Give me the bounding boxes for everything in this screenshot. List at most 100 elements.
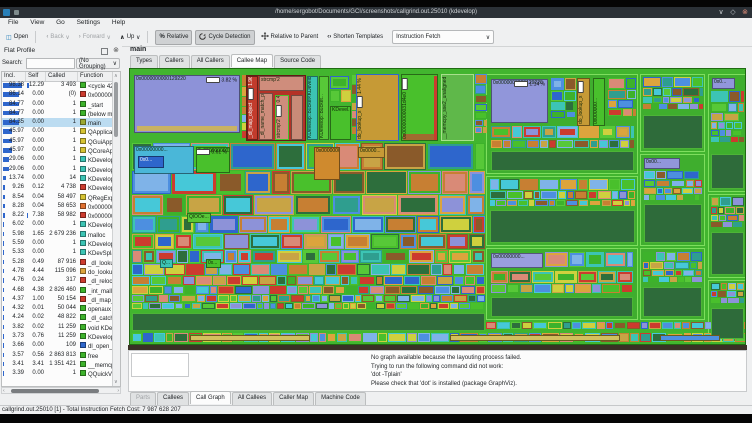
table-row[interactable]: 86.14 0.00 (0)0x0000000... [2, 90, 114, 99]
treemap-cell[interactable] [711, 222, 722, 227]
treemap-cell[interactable] [726, 122, 733, 129]
treemap-cell[interactable] [143, 333, 153, 342]
treemap-cell[interactable] [417, 216, 439, 233]
treemap-cell[interactable] [599, 140, 608, 148]
treemap-cell[interactable] [271, 264, 287, 275]
treemap-cell[interactable] [507, 200, 517, 206]
treemap-cell[interactable] [627, 322, 640, 329]
treemap-cell[interactable] [656, 195, 665, 200]
treemap-cell[interactable] [663, 88, 671, 96]
treemap-cell[interactable] [643, 88, 652, 96]
treemap-cell[interactable] [270, 286, 286, 294]
treemap-cell[interactable] [727, 215, 738, 221]
table-row[interactable]: 5.59 0.00 1KDevelop::... [2, 239, 114, 248]
treemap-cell[interactable] [721, 298, 727, 303]
treemap-cell[interactable] [196, 286, 209, 294]
treemap-cell[interactable] [196, 276, 212, 285]
treemap-cell[interactable] [520, 284, 533, 293]
treemap-cell[interactable] [238, 295, 251, 302]
treemap-cell[interactable] [741, 91, 744, 102]
treemap-cell[interactable] [534, 284, 551, 293]
treemap-cell[interactable] [257, 303, 263, 309]
treemap-cell[interactable] [535, 200, 548, 206]
treemap-cell[interactable] [598, 191, 611, 199]
treemap-cell[interactable] [218, 286, 234, 294]
treemap-cell[interactable] [475, 127, 482, 133]
treemap-cell[interactable] [686, 180, 694, 187]
treemap-cell[interactable] [471, 303, 483, 309]
relative-to-parent-toggle[interactable]: Relative to Parent [258, 31, 322, 44]
treemap-cell[interactable] [388, 333, 406, 342]
tab-parts[interactable]: Parts [130, 392, 157, 405]
treemap-cell[interactable] [626, 78, 636, 89]
treemap-cell[interactable] [461, 286, 475, 294]
table-row[interactable]: 45.97 0.00 1QGuiApplic... [2, 137, 114, 146]
treemap-cell[interactable] [691, 252, 702, 261]
vertical-scrollbar[interactable]: ∧ ∨ [112, 72, 120, 386]
treemap-cell[interactable] [566, 200, 578, 206]
treemap-cell[interactable] [132, 171, 171, 194]
treemap-cell[interactable] [288, 264, 308, 275]
treemap-cell[interactable] [323, 286, 334, 294]
treemap-cell[interactable] [643, 270, 651, 276]
treemap-cell[interactable] [143, 303, 148, 309]
table-row[interactable]: 8.28 0.04 58 6530x0000000... [2, 202, 114, 211]
table-row[interactable]: 9.26 0.12 4 738KDevelop::... [2, 183, 114, 192]
treemap-cell[interactable] [325, 276, 340, 285]
tab-all-callees[interactable]: All Callees [231, 392, 273, 405]
treemap-cell[interactable] [227, 276, 241, 285]
menu-view[interactable]: View [30, 18, 44, 26]
treemap-cell[interactable] [542, 126, 556, 138]
treemap-cell[interactable] [360, 250, 382, 263]
treemap-cell[interactable] [345, 234, 370, 249]
treemap-cell[interactable] [674, 77, 691, 87]
treemap-cell[interactable] [665, 270, 674, 276]
treemap-cell[interactable] [238, 250, 251, 263]
dock-header[interactable]: Flat Profile ⊗ [0, 46, 122, 56]
search-input[interactable] [26, 58, 75, 69]
treemap-cell[interactable] [657, 188, 663, 194]
treemap-cell[interactable] [218, 295, 229, 302]
treemap-cell[interactable] [243, 303, 256, 309]
treemap-cell[interactable] [435, 250, 448, 263]
treemap-cell[interactable] [608, 78, 625, 89]
treemap-cell[interactable] [451, 286, 460, 294]
table-row[interactable]: 3.41 3.41 1 351 421__memcpy... [2, 360, 114, 369]
treemap-cell[interactable] [675, 262, 689, 269]
treemap-block[interactable]: 0x0... [712, 78, 735, 89]
treemap-cell[interactable] [678, 277, 684, 282]
treemap-cell[interactable] [312, 295, 320, 302]
event-type-select[interactable]: Instruction Fetch ∨ [392, 30, 495, 44]
treemap-cell[interactable] [466, 264, 484, 275]
treemap-cell[interactable] [630, 333, 639, 342]
scroll-up-icon[interactable]: ∧ [114, 73, 118, 79]
treemap-cell[interactable] [472, 250, 485, 263]
treemap-cell[interactable] [335, 286, 345, 294]
treemap-cell[interactable] [732, 130, 742, 136]
treemap-cell[interactable] [132, 286, 148, 294]
treemap-cell[interactable] [321, 216, 351, 233]
treemap-cell[interactable] [454, 295, 467, 302]
treemap-cell[interactable] [588, 191, 597, 199]
treemap-cell[interactable] [602, 200, 611, 206]
treemap-cell[interactable] [490, 191, 506, 199]
treemap-cell[interactable] [210, 216, 238, 233]
treemap-cell[interactable] [557, 140, 573, 148]
treemap-cell[interactable] [560, 179, 577, 190]
treemap-cell[interactable] [149, 286, 163, 294]
treemap-block[interactable] [291, 95, 303, 140]
treemap-cell[interactable] [250, 234, 280, 249]
menu-go[interactable]: Go [56, 18, 65, 26]
treemap-cell[interactable] [162, 303, 174, 309]
treemap-cell[interactable] [711, 137, 719, 142]
treemap-cell[interactable] [627, 90, 636, 99]
treemap-cell[interactable] [376, 276, 383, 285]
table-row[interactable]: 84.77 0.00 1 _start [2, 100, 114, 109]
treemap-cell[interactable] [737, 291, 744, 297]
treemap-cell[interactable] [287, 286, 297, 294]
treemap-cell[interactable] [683, 88, 699, 96]
treemap-cell[interactable] [557, 126, 578, 138]
treemap-cell[interactable] [644, 171, 655, 179]
tab-callee-map[interactable]: Callee Map [230, 54, 274, 67]
treemap-cell[interactable] [644, 188, 656, 194]
